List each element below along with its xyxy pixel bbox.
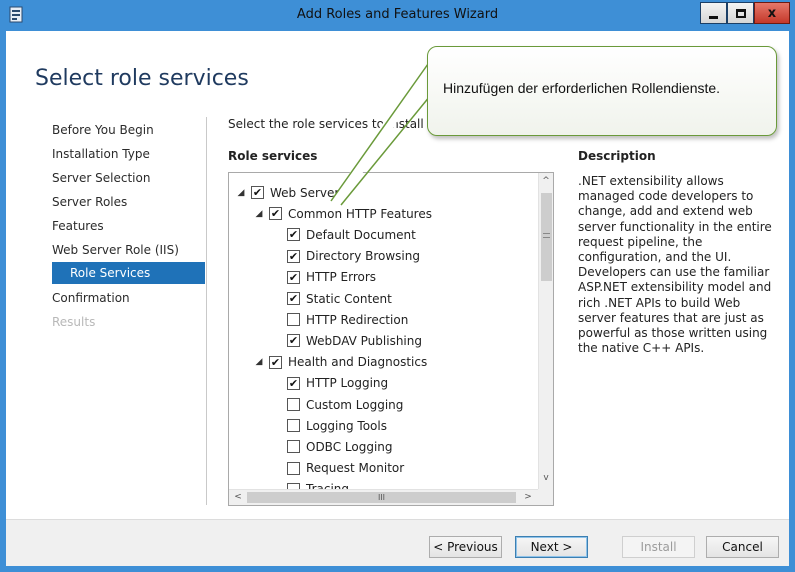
- expand-collapse-icon[interactable]: ◢: [235, 188, 247, 198]
- description-text: .NET extensibility allows managed code d…: [578, 174, 772, 356]
- maximize-button[interactable]: [727, 2, 754, 24]
- checkbox[interactable]: ✔: [251, 186, 264, 199]
- tree-item[interactable]: ◢ ✔ Web Server: [235, 182, 340, 203]
- tree-item-label: HTTP Redirection: [306, 312, 409, 327]
- horizontal-scroll-thumb[interactable]: III: [247, 492, 516, 503]
- minimize-icon: [709, 15, 718, 19]
- scroll-up-icon[interactable]: ^: [539, 176, 553, 186]
- tree-item-label: Request Monitor: [306, 461, 405, 476]
- install-button[interactable]: Install: [622, 536, 695, 558]
- tree-item[interactable]: ODBC Logging: [287, 436, 393, 457]
- tree-item-label: ODBC Logging: [306, 439, 393, 454]
- tree-item[interactable]: HTTP Redirection: [287, 309, 408, 330]
- tree-item-label: Web Server: [270, 185, 340, 200]
- wizard-footer: < Previous Next > Install Cancel: [6, 519, 789, 566]
- previous-button[interactable]: < Previous: [429, 536, 502, 558]
- checkbox[interactable]: ✔: [287, 270, 300, 284]
- nav-item: Results: [52, 315, 96, 329]
- role-services-header: Role services: [228, 149, 318, 163]
- instruction-text: Select the role services to install for …: [228, 117, 460, 131]
- checkbox[interactable]: ✔: [287, 334, 300, 348]
- scroll-right-icon[interactable]: >: [521, 492, 535, 502]
- checkbox[interactable]: ✔: [269, 355, 282, 369]
- tree-item[interactable]: ✔ WebDAV Publishing: [287, 330, 422, 351]
- checkbox[interactable]: [287, 398, 300, 411]
- tree-item[interactable]: Custom Logging: [287, 394, 403, 415]
- tree-item[interactable]: ◢ ✔ Health and Diagnostics: [253, 352, 428, 373]
- callout-text: Hinzufügen der erforderlichen Rollendien…: [443, 80, 721, 96]
- tree-item-label: Logging Tools: [306, 418, 387, 433]
- horizontal-scrollbar[interactable]: < III >: [229, 489, 538, 505]
- nav-item[interactable]: Server Selection: [52, 167, 150, 189]
- page-title: Select role services: [35, 66, 249, 91]
- checkbox[interactable]: ✔: [287, 228, 300, 242]
- nav-item[interactable]: Server Roles: [52, 191, 127, 213]
- minimize-button[interactable]: [700, 2, 727, 24]
- close-icon: x: [767, 5, 777, 21]
- tree-item-label: Health and Diagnostics: [288, 355, 428, 370]
- role-services-tree[interactable]: ◢ ✔ Web Server ◢ ✔ Common HTTP Features ✔ Defau…: [228, 172, 554, 506]
- checkbox[interactable]: [287, 419, 300, 433]
- checkbox[interactable]: ✔: [269, 207, 282, 221]
- tree-item-label: Custom Logging: [306, 397, 404, 412]
- tree-item[interactable]: Logging Tools: [287, 415, 387, 436]
- cancel-button[interactable]: Cancel: [706, 536, 779, 558]
- tree-item-label: Default Document: [306, 227, 416, 242]
- scroll-left-icon[interactable]: <: [231, 492, 245, 502]
- scroll-grip-icon: [543, 233, 550, 238]
- checkbox[interactable]: [287, 313, 300, 327]
- expand-collapse-icon[interactable]: ◢: [253, 209, 265, 219]
- nav-item[interactable]: Role Services: [52, 262, 205, 284]
- tree-item-label: HTTP Logging: [306, 376, 389, 391]
- nav-item[interactable]: Web Server Role (IIS): [52, 239, 179, 261]
- nav-item[interactable]: Before You Begin: [52, 119, 154, 141]
- scroll-down-icon[interactable]: v: [539, 473, 553, 483]
- tree-item-label: HTTP Errors: [306, 270, 377, 285]
- tree-item[interactable]: ✔ HTTP Errors: [287, 267, 376, 288]
- tree-item[interactable]: ✔ HTTP Logging: [287, 373, 388, 394]
- maximize-icon: [735, 8, 746, 18]
- title-bar[interactable]: Add Roles and Features Wizard x: [0, 0, 795, 31]
- scroll-grip-glyph: III: [377, 493, 386, 502]
- checkbox[interactable]: [287, 461, 300, 475]
- nav-divider: [206, 117, 207, 505]
- checkbox[interactable]: [287, 440, 300, 454]
- tree-item[interactable]: Request Monitor: [287, 458, 404, 479]
- tree-item-label: WebDAV Publishing: [306, 333, 422, 348]
- next-button[interactable]: Next >: [515, 536, 588, 558]
- tree-item-label: Common HTTP Features: [288, 206, 432, 221]
- checkbox[interactable]: ✔: [287, 249, 300, 263]
- tree-item-label: Static Content: [306, 291, 392, 306]
- nav-item[interactable]: Installation Type: [52, 143, 150, 165]
- tree-item[interactable]: ◢ ✔ Common HTTP Features: [253, 203, 432, 224]
- nav-item[interactable]: Features: [52, 215, 104, 237]
- tree-item[interactable]: ✔ Default Document: [287, 224, 416, 245]
- tree-item[interactable]: ✔ Directory Browsing: [287, 246, 420, 267]
- checkbox[interactable]: ✔: [287, 376, 300, 390]
- tree-item-label: Directory Browsing: [306, 249, 420, 264]
- checkbox[interactable]: ✔: [287, 292, 300, 305]
- close-button[interactable]: x: [754, 2, 790, 24]
- tree-item[interactable]: ✔ Static Content: [287, 288, 392, 309]
- description-header: Description: [578, 149, 656, 163]
- nav-item[interactable]: Confirmation: [52, 287, 130, 309]
- vertical-scrollbar[interactable]: ^ v: [538, 173, 553, 489]
- scrollbar-corner: [538, 489, 553, 505]
- window-title: Add Roles and Features Wizard: [296, 7, 499, 22]
- expand-collapse-icon[interactable]: ◢: [253, 357, 265, 367]
